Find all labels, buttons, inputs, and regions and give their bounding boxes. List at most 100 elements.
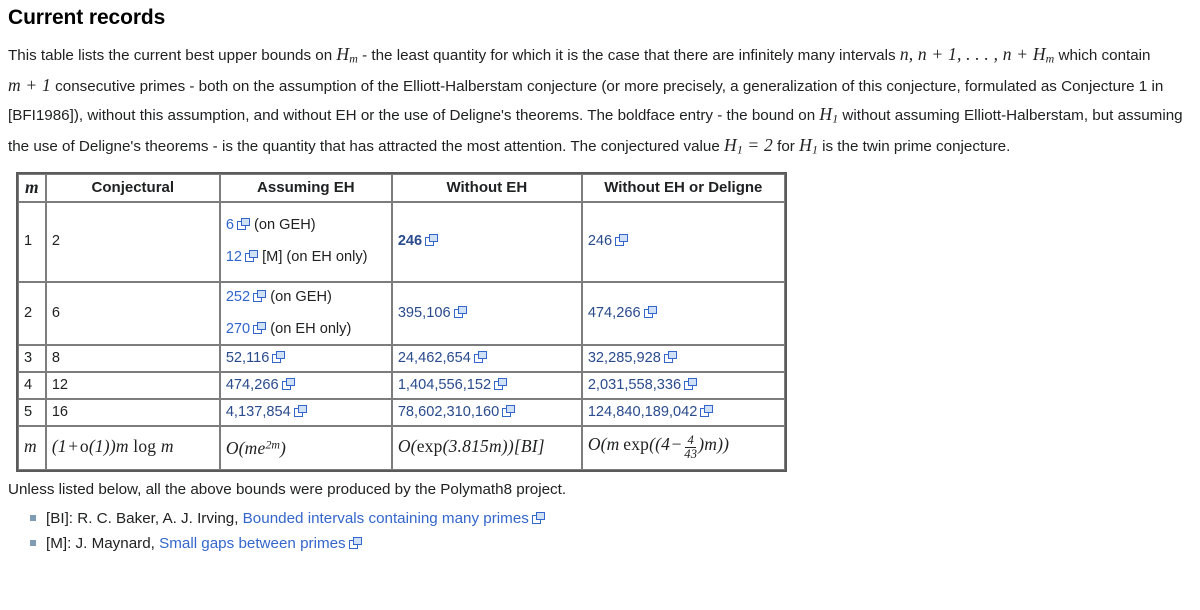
bound-entry: 12 [M] (on EH only) <box>226 245 386 270</box>
records-table: m Conjectural Assuming EH Without EH Wit… <box>16 171 787 472</box>
bound-entry: 270 (on EH only) <box>226 317 386 342</box>
external-link-icon <box>245 250 259 263</box>
bound-entry: 474,266 <box>588 301 779 326</box>
cell-conjectural: 12 <box>45 371 220 399</box>
intro-text-7: is the twin prime conjecture. <box>817 137 1011 155</box>
table-row: 2 6 252 (on GEH) 270 (on EH only) 395,10… <box>18 281 785 345</box>
external-link-icon <box>253 289 267 302</box>
cell-assuming-eh: 474,266 <box>219 371 392 399</box>
intro-text-1: This table lists the current best upper … <box>8 47 337 64</box>
cell-without-eh-asymptotic: O(exp(3.815m))[BI] <box>391 425 582 470</box>
external-link-icon <box>473 350 487 363</box>
bound-link[interactable]: 6 <box>226 217 250 233</box>
reference-tag: [M]: <box>46 534 72 552</box>
column-header-without-eh-or-deligne: Without EH or Deligne <box>581 173 785 202</box>
external-link-icon <box>684 377 698 390</box>
table-row: 4 12 474,266 1,404,556,152 2,031,558,336 <box>18 371 785 399</box>
cell-m: 3 <box>18 344 46 372</box>
list-item: [M]: J. Maynard, Small gaps between prim… <box>30 531 1192 556</box>
bound-link[interactable]: 474,266 <box>226 377 295 393</box>
bound-note: [M] (on EH only) <box>258 249 368 266</box>
bound-entry: 246 <box>588 229 779 254</box>
math-h-1-b: H1 <box>799 134 818 157</box>
math-h-1-a: H1 <box>819 103 839 126</box>
intro-paragraph: This table lists the current best upper … <box>8 41 1192 163</box>
bound-link-highlighted[interactable]: 246 <box>398 233 439 249</box>
intro-text-2: - the least quantity for which it is the… <box>357 47 900 64</box>
bound-link[interactable]: 24,462,654 <box>398 350 487 366</box>
bound-link[interactable]: 12 <box>226 249 259 265</box>
external-link-icon <box>236 218 250 231</box>
cell-conjectural: 16 <box>45 398 220 426</box>
cell-m: 1 <box>18 201 46 282</box>
bound-link[interactable]: 78,602,310,160 <box>398 404 516 420</box>
bound-entry: 395,106 <box>398 301 576 326</box>
reference-link[interactable]: Bounded intervals containing many primes <box>243 510 545 527</box>
column-header-conjectural: Conjectural <box>45 173 220 202</box>
cell-without-eh-or-deligne-asymptotic: O(m exp((4− 4 43)m)) <box>581 425 785 470</box>
bound-note: (on GEH) <box>249 217 316 234</box>
cell-without-eh-or-deligne: 2,031,558,336 <box>581 371 785 399</box>
external-link-icon <box>700 404 714 417</box>
external-link-icon <box>531 511 545 524</box>
bound-link[interactable]: 4,137,854 <box>226 404 307 420</box>
bound-note: (on GEH) <box>266 288 332 305</box>
math-m-plus-1: m + 1 <box>8 75 51 96</box>
reference-authors: R. C. Baker, A. J. Irving, <box>73 509 243 527</box>
cell-conjectural: 2 <box>45 201 220 282</box>
list-item: [BI]: R. C. Baker, A. J. Irving, Bounded… <box>30 506 1192 531</box>
cell-m: 4 <box>18 371 46 399</box>
bound-note: (on EH only) <box>266 320 352 337</box>
table-row: 1 2 6 (on GEH) 12 [M] (on EH only) 246 2… <box>18 201 785 282</box>
math-h1-equals-2: H1 = 2 <box>724 134 773 157</box>
table-row: 5 16 4,137,854 78,602,310,160 124,840,18… <box>18 398 785 426</box>
cell-without-eh: 1,404,556,152 <box>391 371 582 399</box>
cell-assuming-eh: 4,137,854 <box>219 398 392 426</box>
external-link-icon <box>643 305 657 318</box>
article-body: Current records This table lists the cur… <box>0 0 1200 556</box>
bound-entry: 252 (on GEH) <box>226 285 386 310</box>
cell-assuming-eh: 252 (on GEH) 270 (on EH only) <box>219 281 392 345</box>
bound-link[interactable]: 52,116 <box>226 350 286 366</box>
cell-conjectural-asymptotic: (1+o(1))m log m <box>45 425 220 470</box>
math-assuming-eh-asymptotic: O(me2m) <box>225 437 287 459</box>
bound-link[interactable]: 270 <box>226 321 267 337</box>
reference-tag: [BI]: <box>46 509 74 527</box>
bound-link[interactable]: 246 <box>588 233 629 249</box>
external-link-icon <box>663 350 677 363</box>
bullet-icon <box>30 539 36 546</box>
cell-conjectural: 8 <box>45 344 220 372</box>
cell-assuming-eh: 6 (on GEH) 12 [M] (on EH only) <box>219 201 392 282</box>
bound-link[interactable]: 474,266 <box>588 305 657 321</box>
bound-link[interactable]: 252 <box>226 289 267 305</box>
bound-entry: 6 (on GEH) <box>226 213 386 238</box>
table-header-row: m Conjectural Assuming EH Without EH Wit… <box>18 173 785 202</box>
column-header-without-eh: Without EH <box>391 173 582 202</box>
cell-without-eh: 246 <box>391 201 582 282</box>
bound-link[interactable]: 1,404,556,152 <box>398 377 508 393</box>
page-title: Current records <box>8 6 166 29</box>
cell-without-eh-or-deligne: 32,285,928 <box>581 344 785 372</box>
bound-link[interactable]: 124,840,189,042 <box>588 404 714 420</box>
cell-m: 5 <box>18 398 46 426</box>
external-link-icon <box>272 350 286 363</box>
cell-without-eh-or-deligne: 246 <box>581 201 785 282</box>
external-link-icon <box>502 404 516 417</box>
reference-link[interactable]: Small gaps between primes <box>159 535 362 552</box>
bound-entry: 246 <box>398 229 576 254</box>
math-without-eh-or-deligne-asymptotic: O(m exp((4− 4 43)m)) <box>587 433 730 462</box>
math-interval: n, n + 1, . . . , n + Hm <box>899 44 1055 66</box>
cell-m: 2 <box>18 281 46 345</box>
intro-text-6: for <box>772 137 800 155</box>
bound-link[interactable]: 32,285,928 <box>588 350 677 366</box>
bound-link[interactable]: 395,106 <box>398 305 467 321</box>
cell-without-eh: 395,106 <box>391 281 582 345</box>
cell-without-eh: 24,462,654 <box>391 344 582 372</box>
external-link-icon <box>494 377 508 390</box>
reference-list: [BI]: R. C. Baker, A. J. Irving, Bounded… <box>8 506 1192 556</box>
bound-link[interactable]: 2,031,558,336 <box>588 377 698 393</box>
reference-authors: J. Maynard, <box>71 534 160 552</box>
intro-text-3: which contain <box>1054 47 1151 64</box>
external-link-icon <box>615 234 629 247</box>
cell-assuming-eh: 52,116 <box>219 344 392 372</box>
